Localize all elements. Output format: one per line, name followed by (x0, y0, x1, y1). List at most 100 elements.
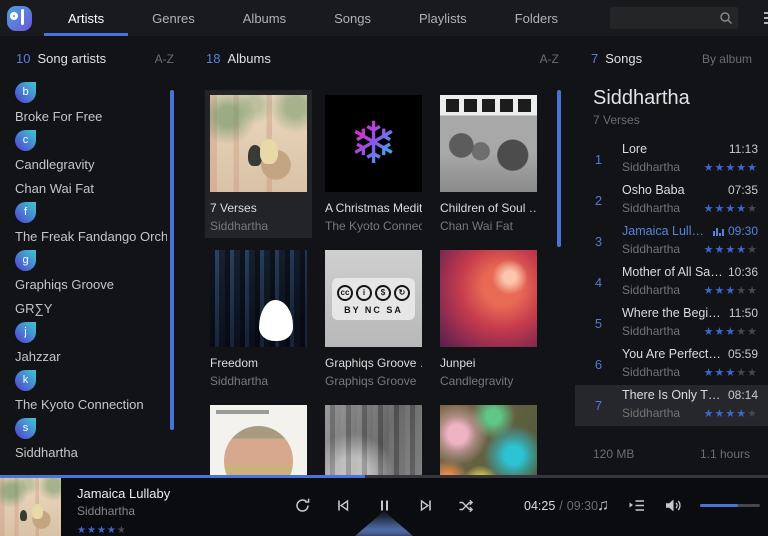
album-cover (440, 405, 537, 475)
songs-footer: 120 MB 1.1 hours (593, 447, 750, 461)
track-artist: Siddhartha (622, 242, 681, 256)
track-row[interactable]: 7There Is Only This …08:14Siddhartha★★★★… (575, 385, 768, 426)
now-playing-artwork[interactable] (0, 478, 61, 536)
previous-button[interactable] (333, 496, 353, 516)
music-note-icon[interactable]: ♫ (597, 497, 609, 515)
artist-item[interactable]: The Freak Fandango Orchest… (15, 224, 167, 248)
next-button[interactable] (415, 496, 435, 516)
track-rating[interactable]: ★★★★★ (704, 199, 758, 217)
tab-playlists[interactable]: Playlists (395, 0, 491, 36)
albums-panel: 18 Albums A-Z 7 Verses Siddhartha ❄ A Chris… (190, 36, 575, 475)
now-playing-eq-icon (712, 227, 724, 236)
track-artist: Siddhartha (622, 201, 681, 215)
tab-albums[interactable]: Albums (219, 0, 310, 36)
album-tile[interactable] (205, 400, 312, 475)
artists-sort-toggle[interactable]: A-Z (155, 52, 174, 66)
album-grid: 7 Verses Siddhartha ❄ A Christmas Medit… The… (205, 90, 553, 475)
album-tile[interactable]: ❄ A Christmas Medit… The Kyoto Connec… (320, 90, 427, 238)
album-artist: Siddhartha (210, 374, 269, 388)
loop-button[interactable] (292, 496, 312, 516)
track-rating[interactable]: ★★★★★ (704, 281, 758, 299)
track-artist: Siddhartha (622, 160, 681, 174)
tab-folders[interactable]: Folders (491, 0, 582, 36)
track-duration: 08:14 (727, 388, 758, 402)
pause-button[interactable] (374, 496, 394, 516)
tab-genres[interactable]: Genres (128, 0, 219, 36)
album-tile[interactable]: Freedom Siddhartha (205, 245, 312, 393)
album-tile[interactable]: 7 Verses Siddhartha (205, 90, 312, 238)
content-area: 10 Song artists A-Z b Broke For Free c Cand… (0, 36, 768, 475)
artist-item[interactable]: Siddhartha (15, 440, 167, 464)
now-playing-info: Jamaica Lullaby Siddhartha ★★★★★ (77, 486, 170, 536)
song-group-subtitle: 7 Verses (593, 113, 640, 127)
shuffle-button[interactable] (456, 496, 476, 516)
songs-panel-header: 7 Songs By album (575, 36, 768, 74)
track-row[interactable]: 1 Lore 11:13 Siddhartha ★★★★★ (575, 139, 768, 180)
artist-item[interactable]: Broke For Free (15, 104, 167, 128)
letter-group-header: b (15, 80, 190, 104)
letter-group-header: c (15, 128, 190, 152)
star-icon: ★ (747, 408, 758, 420)
album-artist: Siddhartha (210, 219, 269, 233)
albums-scrollbar[interactable] (557, 90, 561, 247)
artist-item[interactable]: Jahzzar (15, 344, 167, 368)
album-tile[interactable] (320, 400, 427, 475)
star-icon: ★ (747, 285, 758, 297)
artist-item[interactable]: The Kyoto Connection (15, 392, 167, 416)
track-row[interactable]: 3 Jamaica Lulla… 09:30 Siddhartha ★★★★★ (575, 221, 768, 262)
track-row[interactable]: 5Where the Beginni…11:50Siddhartha★★★★★ (575, 303, 768, 344)
track-duration: 11:50 (728, 306, 758, 320)
artists-panel-header: 10 Song artists A-Z (0, 36, 190, 74)
queue-icon[interactable] (626, 496, 646, 516)
letter-avatar: g (15, 249, 36, 271)
album-tile[interactable]: Children of Soul … Chan Wai Fat (435, 90, 542, 238)
track-rating[interactable]: ★★★★★ (704, 322, 758, 340)
album-title: A Christmas Medit… (325, 201, 422, 215)
album-artist: Candlegravity (440, 374, 514, 388)
tab-songs[interactable]: Songs (310, 0, 395, 36)
track-row[interactable]: 4 Mother of All Saints 10:36 Siddhartha ★★★★… (575, 262, 768, 303)
track-number: 3 (594, 233, 603, 249)
star-icon: ★ (96, 525, 107, 536)
track-number: 7 (594, 397, 603, 413)
letter-group-header: j (15, 320, 190, 344)
album-cover: cc i $ ↻ BY NC SA (325, 250, 422, 347)
search-box[interactable] (610, 7, 739, 29)
songs-sort-toggle[interactable]: By album (702, 52, 752, 66)
star-icon: ★ (725, 244, 737, 256)
tab-artists[interactable]: Artists (44, 0, 129, 36)
track-rating[interactable]: ★★★★★ (704, 158, 758, 176)
album-tile[interactable]: cc i $ ↻ BY NC SA Graphiqs Groove … Graphiqs G… (320, 245, 427, 393)
album-artist: The Kyoto Connec… (325, 219, 422, 233)
album-title: 7 Verses (210, 201, 257, 215)
track-rating[interactable]: ★★★★★ (704, 240, 758, 258)
track-rating[interactable]: ★★★★★ (704, 363, 758, 381)
time-separator: / (559, 498, 563, 513)
track-row[interactable]: 6You Are Perfect Be…05:59Siddhartha★★★★★ (575, 344, 768, 385)
album-tile[interactable] (435, 400, 542, 475)
albums-sort-toggle[interactable]: A-Z (540, 52, 559, 66)
star-icon: ★ (703, 326, 715, 338)
track-rating[interactable]: ★★★★★ (704, 404, 758, 422)
album-tile[interactable]: Junpei Candlegravity (435, 245, 542, 393)
letter-avatar: j (15, 321, 36, 343)
track-row[interactable]: 2 Osho Baba 07:35 Siddhartha ★★★★★ (575, 180, 768, 221)
track-artist: Siddhartha (622, 406, 681, 420)
playback-controls (292, 478, 476, 533)
search-icon (720, 12, 733, 24)
artist-item[interactable]: Candlegravity (15, 152, 167, 176)
now-playing-rating[interactable]: ★★★★★ (77, 520, 170, 536)
letter-avatar: f (15, 201, 36, 223)
volume-slider[interactable] (700, 504, 760, 507)
main-tabs: Artists Genres Albums Songs Playlists Folders (44, 0, 582, 36)
songs-title: Songs (605, 51, 643, 66)
artist-item[interactable]: Chan Wai Fat (15, 176, 167, 200)
letter-avatar: k (15, 369, 36, 391)
artist-item[interactable]: GR∑Y (15, 296, 167, 320)
menu-button[interactable] (760, 8, 768, 28)
artists-scrollbar[interactable] (170, 90, 174, 430)
track-duration: 09:30 (712, 224, 758, 238)
artist-item[interactable]: Graphiqs Groove (15, 272, 167, 296)
star-icon: ★ (703, 285, 715, 297)
volume-icon[interactable] (663, 496, 683, 516)
